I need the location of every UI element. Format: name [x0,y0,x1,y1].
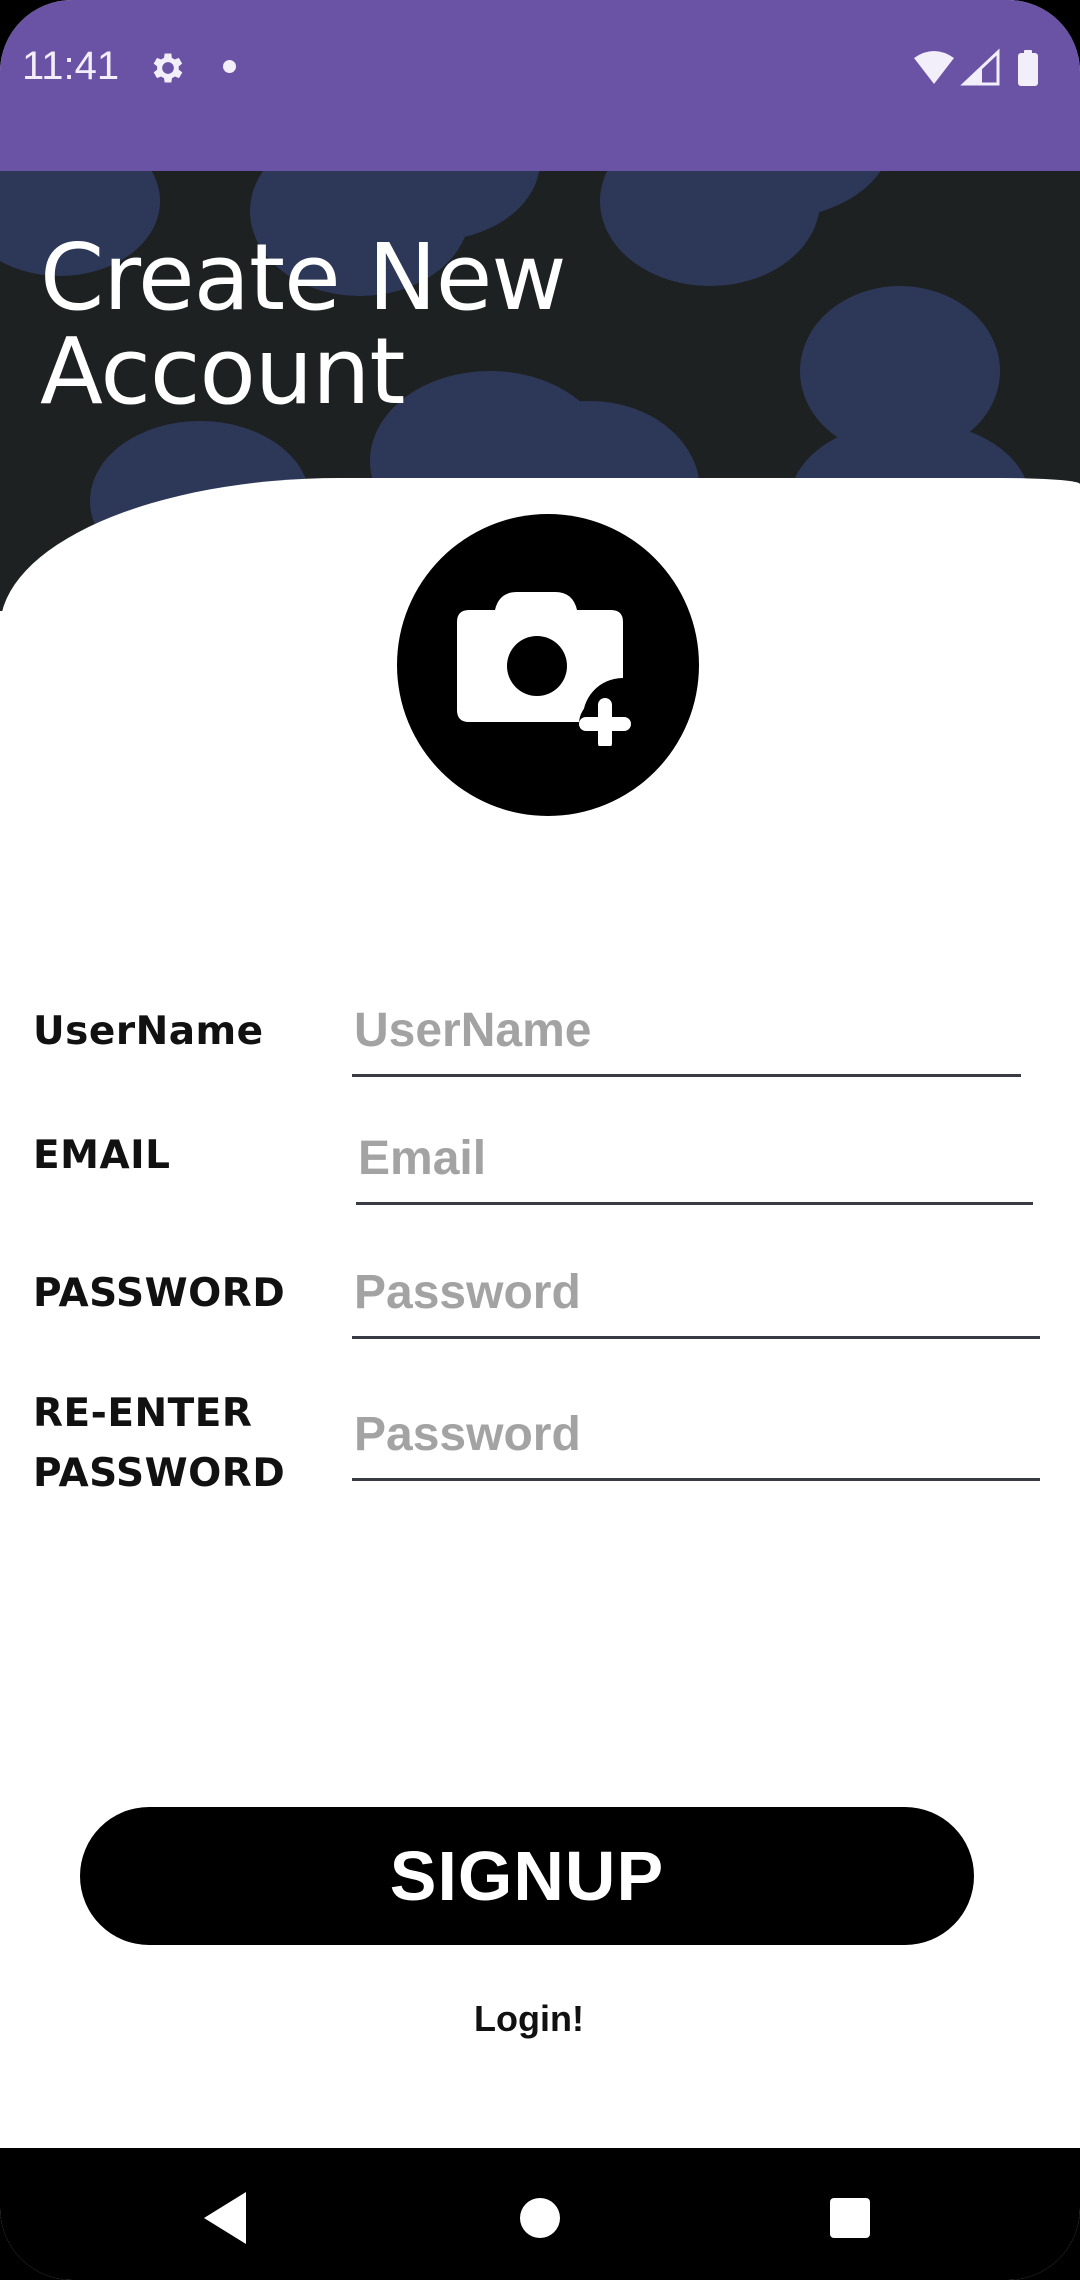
reenter-password-input[interactable] [352,1404,1040,1481]
notification-dot-icon [223,60,236,73]
page-title-line-2: Account [40,318,405,425]
signal-icon [960,48,1000,86]
username-label: UserName [33,1009,264,1054]
login-link[interactable]: Login! [0,1998,1058,2040]
status-time: 11:41 [22,44,120,88]
app-screen: 11:41 Create New Account UserName UserNa… [0,0,1080,2280]
password-label: PASSWORD [33,1271,286,1316]
reenter-password-label-line-2: PASSWORD [33,1451,286,1496]
back-icon[interactable] [186,2178,266,2258]
signup-button[interactable]: SIGNUP [80,1807,974,1945]
system-status-icons [914,48,1038,86]
email-label: EMAIL [33,1133,171,1178]
wifi-icon [914,51,954,84]
add-profile-photo-button[interactable] [397,514,699,816]
username-input[interactable] [352,1000,1021,1077]
page-title-line-1: Create New [40,224,567,331]
reenter-password-label-line-1: RE-ENTER [33,1391,253,1436]
status-bar: 11:41 [0,0,1080,171]
page-title: Create New Account [40,231,740,419]
recents-icon[interactable] [810,2178,890,2258]
add-photo-camera-icon [457,592,631,746]
navigation-bar [0,2148,1080,2280]
gear-icon [153,53,183,83]
reenter-password-label: RE-ENTER PASSWORD [33,1384,285,1504]
home-icon[interactable] [500,2178,580,2258]
password-input[interactable] [352,1262,1040,1339]
battery-icon [1018,50,1038,86]
email-input[interactable] [356,1128,1033,1205]
